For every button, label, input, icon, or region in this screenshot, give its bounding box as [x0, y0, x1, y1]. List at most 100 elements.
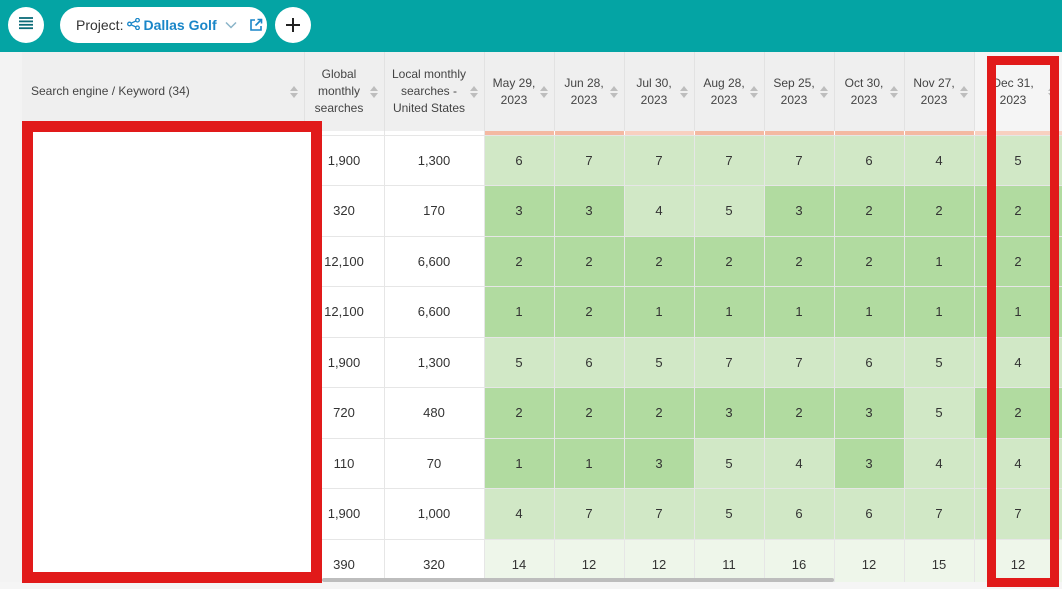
rank-cell[interactable]: 12: [554, 539, 625, 582]
project-name: Dallas Golf: [143, 17, 217, 33]
sort-icon: [679, 85, 688, 98]
rank-cell[interactable]: 2: [554, 286, 625, 338]
rank-cell[interactable]: 2: [904, 185, 975, 237]
rank-cell[interactable]: 1: [764, 286, 835, 338]
local-searches-cell: 320: [384, 539, 485, 582]
rank-cell[interactable]: 1: [904, 236, 975, 287]
rank-cell[interactable]: 1: [484, 286, 555, 338]
column-header-date[interactable]: Jul 30, 2023: [624, 52, 695, 131]
rank-cell[interactable]: 7: [554, 488, 625, 540]
rank-cell[interactable]: 2: [484, 387, 555, 439]
rank-cell[interactable]: 3: [694, 387, 765, 439]
rank-cell[interactable]: 1: [624, 286, 695, 338]
rank-cell[interactable]: 2: [764, 387, 835, 439]
rank-cell[interactable]: 2: [484, 236, 555, 287]
rank-cell[interactable]: 5: [624, 337, 695, 388]
local-searches-cell: 6,600: [384, 286, 485, 338]
column-header-local[interactable]: Local monthly searches - United States: [384, 52, 485, 131]
rank-cell[interactable]: 2: [624, 236, 695, 287]
external-link-icon[interactable]: [249, 18, 263, 32]
rank-cell[interactable]: 7: [694, 135, 765, 186]
rank-cell[interactable]: 11: [694, 539, 765, 582]
rank-cell[interactable]: 7: [694, 337, 765, 388]
left-gutter: [0, 52, 22, 582]
sort-icon: [609, 85, 618, 98]
column-header-date[interactable]: Nov 27, 2023: [904, 52, 975, 131]
local-searches-cell: 1,300: [384, 135, 485, 186]
plus-icon: [286, 11, 300, 39]
rank-cell[interactable]: 4: [624, 185, 695, 237]
rank-cell[interactable]: 4: [904, 135, 975, 186]
column-header-keyword[interactable]: Search engine / Keyword (34): [22, 52, 305, 131]
project-label: Project:: [76, 17, 124, 33]
rank-cell[interactable]: 5: [484, 337, 555, 388]
rank-cell[interactable]: 5: [694, 488, 765, 540]
sort-icon: [469, 85, 478, 98]
menu-icon: [18, 16, 34, 35]
rank-cell[interactable]: 7: [764, 135, 835, 186]
rank-cell[interactable]: 2: [554, 236, 625, 287]
column-header-global[interactable]: Global monthly searches: [304, 52, 385, 131]
rank-cell[interactable]: 5: [904, 337, 975, 388]
rank-cell[interactable]: 2: [764, 236, 835, 287]
rank-cell[interactable]: 2: [624, 387, 695, 439]
column-header-date[interactable]: Oct 30, 2023: [834, 52, 905, 131]
rank-cell[interactable]: 6: [484, 135, 555, 186]
header-row: Search engine / Keyword (34) Global mont…: [22, 52, 1062, 131]
sort-icon: [369, 85, 378, 98]
column-header-date[interactable]: Sep 25, 2023: [764, 52, 835, 131]
rank-cell[interactable]: 2: [694, 236, 765, 287]
rank-cell[interactable]: 7: [904, 488, 975, 540]
rank-cell[interactable]: 12: [834, 539, 905, 582]
sort-icon: [539, 85, 548, 98]
column-header-date[interactable]: May 29, 2023: [484, 52, 555, 131]
rank-cell[interactable]: 1: [484, 438, 555, 489]
rank-cell[interactable]: 4: [904, 438, 975, 489]
rank-cell[interactable]: 1: [904, 286, 975, 338]
chevron-down-icon[interactable]: [225, 21, 237, 29]
rank-cell[interactable]: 15: [904, 539, 975, 582]
rank-cell[interactable]: 2: [834, 236, 905, 287]
rank-cell[interactable]: 3: [764, 185, 835, 237]
rank-cell[interactable]: 2: [834, 185, 905, 237]
rank-cell[interactable]: 12: [624, 539, 695, 582]
rank-cell[interactable]: 7: [764, 337, 835, 388]
local-searches-cell: 6,600: [384, 236, 485, 287]
rank-cell[interactable]: 1: [694, 286, 765, 338]
top-bar: Project: Dallas Golf: [0, 0, 1062, 52]
rank-cell[interactable]: 3: [554, 185, 625, 237]
rank-cell[interactable]: 5: [904, 387, 975, 439]
project-selector[interactable]: Project: Dallas Golf: [60, 7, 267, 43]
bottom-strip: [0, 582, 1062, 589]
rank-cell[interactable]: 5: [694, 185, 765, 237]
sort-icon: [889, 85, 898, 98]
rank-cell[interactable]: 7: [554, 135, 625, 186]
column-header-date[interactable]: Aug 28, 2023: [694, 52, 765, 131]
rank-cell[interactable]: 14: [484, 539, 555, 582]
rank-cell[interactable]: 6: [764, 488, 835, 540]
share-nodes-icon: [127, 17, 141, 33]
rank-cell[interactable]: 6: [834, 135, 905, 186]
rank-cell[interactable]: 3: [484, 185, 555, 237]
column-header-date[interactable]: Jun 28, 2023: [554, 52, 625, 131]
local-searches-cell: 170: [384, 185, 485, 237]
menu-button[interactable]: [8, 7, 44, 43]
rank-cell[interactable]: 5: [694, 438, 765, 489]
rank-cell[interactable]: 3: [834, 387, 905, 439]
rank-cell[interactable]: 7: [624, 135, 695, 186]
rank-cell[interactable]: 6: [834, 337, 905, 388]
rank-cell[interactable]: 6: [554, 337, 625, 388]
add-button[interactable]: [275, 7, 311, 43]
rank-cell[interactable]: 3: [624, 438, 695, 489]
rank-cell[interactable]: 6: [834, 488, 905, 540]
rank-cell[interactable]: 16: [764, 539, 835, 582]
local-searches-cell: 1,300: [384, 337, 485, 388]
sort-icon: [819, 85, 828, 98]
rank-cell[interactable]: 7: [624, 488, 695, 540]
rank-cell[interactable]: 1: [834, 286, 905, 338]
rank-cell[interactable]: 1: [554, 438, 625, 489]
rank-cell[interactable]: 3: [834, 438, 905, 489]
rank-cell[interactable]: 4: [484, 488, 555, 540]
rank-cell[interactable]: 4: [764, 438, 835, 489]
rank-cell[interactable]: 2: [554, 387, 625, 439]
